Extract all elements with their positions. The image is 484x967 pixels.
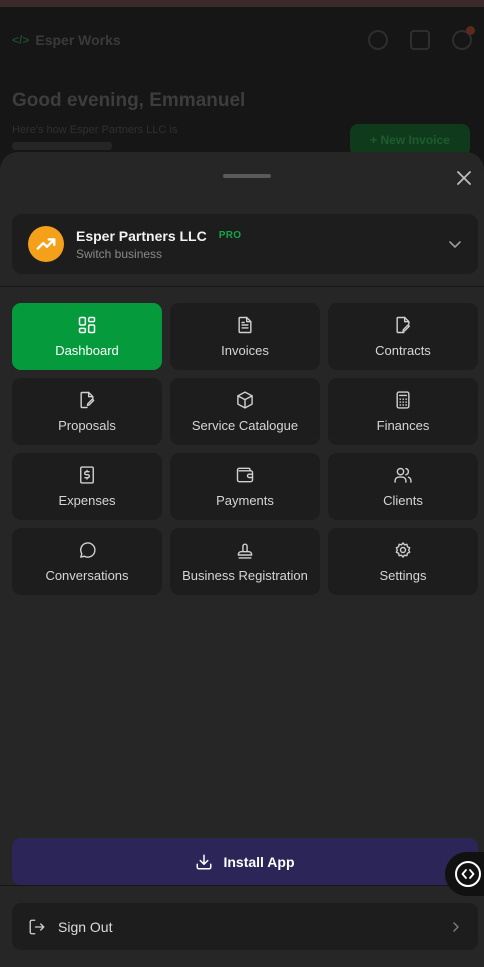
contract-edit-icon bbox=[393, 315, 413, 335]
nav-tile-label: Conversations bbox=[45, 568, 129, 583]
business-title-row: Esper Partners LLC PRO bbox=[76, 228, 241, 244]
nav-grid: Dashboard Invoices Contracts Proposals S… bbox=[12, 303, 478, 595]
chevron-down-icon bbox=[449, 241, 461, 248]
greeting-subtitle: Here's how Esper Partners LLC is bbox=[12, 124, 178, 136]
greeting-heading: Good evening, Emmanuel bbox=[12, 90, 246, 111]
chevron-right-icon bbox=[453, 921, 459, 932]
close-button[interactable] bbox=[452, 166, 476, 190]
calculator-icon bbox=[393, 390, 413, 410]
nav-tile-label: Service Catalogue bbox=[191, 418, 299, 433]
package-icon bbox=[235, 390, 255, 410]
gear-icon bbox=[393, 540, 413, 560]
close-icon bbox=[457, 171, 471, 185]
nav-tile-payments[interactable]: Payments bbox=[170, 453, 320, 520]
nav-tile-dashboard[interactable]: Dashboard bbox=[12, 303, 162, 370]
brand-logo-icon: </> bbox=[12, 33, 30, 47]
nav-tile-label: Settings bbox=[379, 568, 427, 583]
install-app-label: Install App bbox=[223, 853, 295, 870]
nav-tile-settings[interactable]: Settings bbox=[328, 528, 478, 595]
nav-tile-service-catalogue[interactable]: Service Catalogue bbox=[170, 378, 320, 445]
business-info: Esper Partners LLC PRO Switch business bbox=[76, 228, 241, 261]
divider bbox=[0, 286, 484, 287]
plan-badge: PRO bbox=[218, 230, 242, 241]
nav-tile-invoices[interactable]: Invoices bbox=[170, 303, 320, 370]
download-icon bbox=[196, 854, 212, 869]
nav-tile-business-registration[interactable]: Business Registration bbox=[170, 528, 320, 595]
nav-tile-label: Finances bbox=[376, 418, 430, 433]
nav-tile-label: Dashboard bbox=[55, 343, 119, 358]
nav-tile-label: Invoices bbox=[221, 343, 269, 358]
stamp-icon bbox=[235, 540, 255, 560]
document-icon bbox=[235, 315, 255, 335]
nav-tile-label: Proposals bbox=[58, 418, 116, 433]
nav-tile-conversations[interactable]: Conversations bbox=[12, 528, 162, 595]
nav-tile-proposals[interactable]: Proposals bbox=[12, 378, 162, 445]
trending-up-icon bbox=[36, 238, 56, 250]
proposal-edit-icon bbox=[77, 390, 97, 410]
users-icon bbox=[393, 465, 413, 485]
nav-tile-clients[interactable]: Clients bbox=[328, 453, 478, 520]
business-name: Esper Partners LLC bbox=[76, 227, 207, 244]
message-icon bbox=[410, 30, 430, 50]
dashboard-icon bbox=[77, 315, 97, 335]
switch-business-label: Switch business bbox=[76, 246, 163, 261]
install-app-button[interactable]: Install App bbox=[12, 838, 478, 885]
nav-tile-contracts[interactable]: Contracts bbox=[328, 303, 478, 370]
nav-tile-label: Payments bbox=[216, 493, 274, 508]
nav-tile-label: Business Registration bbox=[182, 568, 308, 583]
menu-sheet: Esper Partners LLC PRO Switch business D… bbox=[0, 152, 484, 967]
wallet-icon bbox=[235, 465, 255, 485]
devtools-toggle-button[interactable] bbox=[445, 852, 484, 896]
brand-name: Esper Works bbox=[35, 32, 121, 48]
nav-tile-label: Clients bbox=[383, 493, 423, 508]
divider bbox=[0, 885, 484, 886]
code-icon bbox=[455, 861, 481, 887]
notification-icon bbox=[452, 26, 475, 50]
nav-tile-finances[interactable]: Finances bbox=[328, 378, 478, 445]
nav-tile-label: Expenses bbox=[58, 493, 116, 508]
chat-bubble-icon bbox=[77, 540, 97, 560]
business-avatar bbox=[28, 226, 64, 262]
sign-out-label: Sign Out bbox=[58, 918, 113, 935]
business-switcher[interactable]: Esper Partners LLC PRO Switch business bbox=[12, 214, 478, 274]
sign-out-button[interactable]: Sign Out bbox=[12, 903, 478, 950]
sheet-drag-handle[interactable] bbox=[223, 174, 271, 178]
logout-icon bbox=[29, 919, 45, 934]
top-strip bbox=[0, 0, 484, 7]
receipt-dollar-icon bbox=[77, 465, 97, 485]
greeting-subtitle-line bbox=[12, 142, 112, 150]
nav-tile-label: Contracts bbox=[375, 343, 431, 358]
search-icon bbox=[368, 30, 388, 50]
nav-tile-expenses[interactable]: Expenses bbox=[12, 453, 162, 520]
background-topbar-icons bbox=[368, 26, 475, 50]
background-topbar: </> Esper Works bbox=[12, 26, 475, 54]
